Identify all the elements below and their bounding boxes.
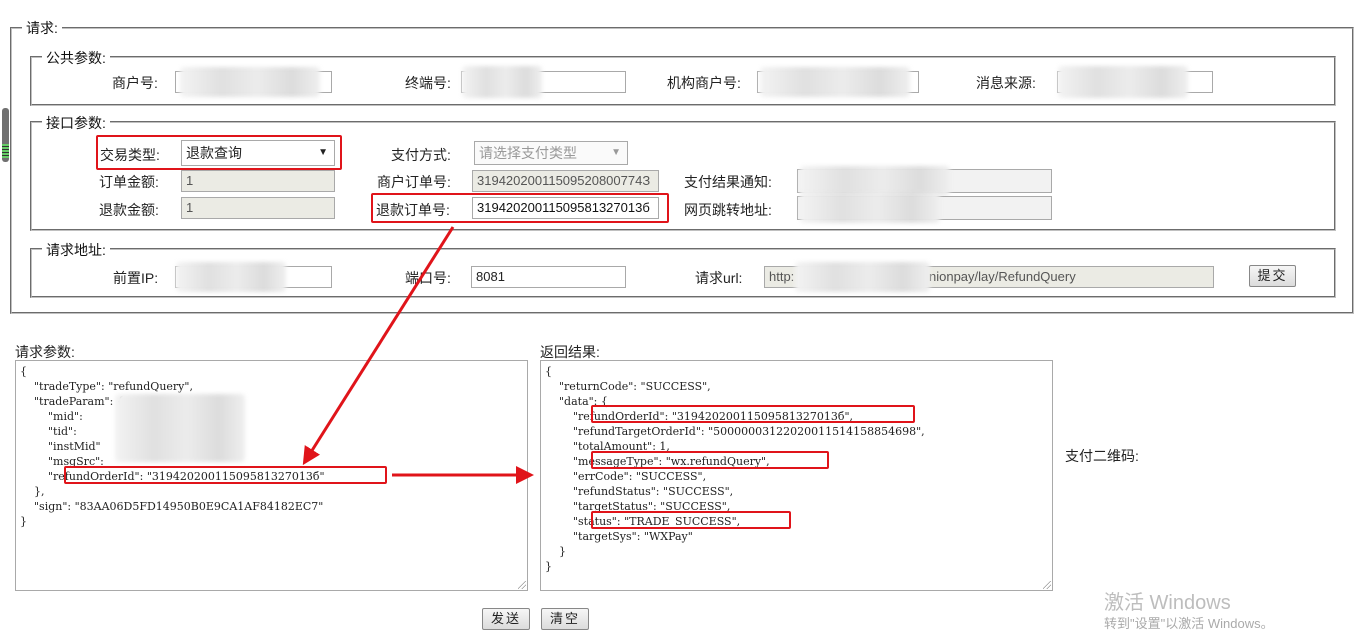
trade-type-select[interactable]: 退款查询 ▼ <box>181 140 335 166</box>
url-suffix: nionpay/lay/RefundQuery <box>929 269 1076 284</box>
activate-windows-title: 激活 Windows <box>1104 592 1231 614</box>
merchant-order-input[interactable]: 31942020011509520800774З <box>472 170 659 192</box>
pay-method-label: 支付方式: <box>391 147 451 163</box>
front-ip-redaction <box>176 262 286 292</box>
order-amount-label: 订单金额: <box>99 174 159 190</box>
terminal-no-redaction <box>462 66 542 98</box>
trade-type-label: 交易类型: <box>100 147 160 163</box>
merchant-order-label: 商户订单号: <box>377 174 451 190</box>
url-redaction <box>795 262 930 292</box>
pay-result-notify-label: 支付结果通知: <box>684 174 772 190</box>
refund-order-input[interactable]: 31942020011509581327013б <box>472 197 659 219</box>
trade-type-value: 退款查询 <box>186 145 242 161</box>
submit-button[interactable]: 提交 <box>1249 265 1296 287</box>
response-label: 返回结果: <box>540 344 600 360</box>
terminal-no-label: 终端号: <box>405 75 451 91</box>
refund-order-label: 退款订单号: <box>376 202 450 218</box>
request-params-textarea[interactable]: { "tradeType": "refundQuery", "tradePara… <box>15 360 528 591</box>
pay-method-placeholder: 请选择支付类型 <box>479 145 577 161</box>
message-source-label: 消息来源: <box>976 75 1036 91</box>
front-ip-label: 前置IP: <box>113 270 159 286</box>
send-button[interactable]: 发送 <box>482 608 530 630</box>
dropdown-arrow-icon: ▼ <box>318 147 328 158</box>
public-params-legend: 公共参数: <box>42 48 110 68</box>
request-params-label: 请求参数: <box>15 344 75 360</box>
dropdown-arrow-icon: ▼ <box>611 147 621 158</box>
org-merchant-no-label: 机构商户号: <box>667 75 741 91</box>
order-amount-input[interactable]: 1 <box>181 170 335 192</box>
page-redirect-label: 网页跳转地址: <box>684 202 772 218</box>
activate-windows-subtitle: 转到"设置"以激活 Windows。 <box>1104 616 1274 631</box>
port-label: 端口号: <box>405 270 451 286</box>
window-scrollbar[interactable] <box>2 108 9 162</box>
response-content: { "returnCode": "SUCCESS", "data": { "re… <box>545 365 925 573</box>
url-label: 请求url: <box>695 270 743 286</box>
pay-result-notify-redaction <box>800 166 950 196</box>
request-legend: 请求: <box>22 18 62 38</box>
page-redirect-redaction <box>800 193 940 223</box>
resize-handle-icon[interactable] <box>1043 581 1051 589</box>
request-params-content: { "tradeType": "refundQuery", "tradePara… <box>20 365 325 528</box>
request-params-redaction <box>115 394 245 462</box>
interface-params-legend: 接口参数: <box>42 113 110 133</box>
port-input[interactable]: 8081 <box>471 266 626 288</box>
clear-button[interactable]: 清空 <box>541 608 589 630</box>
response-textarea[interactable]: { "returnCode": "SUCCESS", "data": { "re… <box>540 360 1053 591</box>
refund-amount-input[interactable]: 1 <box>181 197 335 219</box>
org-merchant-no-redaction <box>760 67 910 97</box>
resize-handle-icon[interactable] <box>518 581 526 589</box>
merchant-no-label: 商户号: <box>112 75 158 91</box>
url-prefix: http: <box>769 269 795 284</box>
qr-code-label: 支付二维码: <box>1065 448 1139 464</box>
address-legend: 请求地址: <box>42 240 110 260</box>
refund-amount-label: 退款金额: <box>99 202 159 218</box>
merchant-no-redaction <box>180 67 320 97</box>
pay-method-select[interactable]: 请选择支付类型 ▼ <box>474 141 628 165</box>
message-source-redaction <box>1058 66 1188 98</box>
